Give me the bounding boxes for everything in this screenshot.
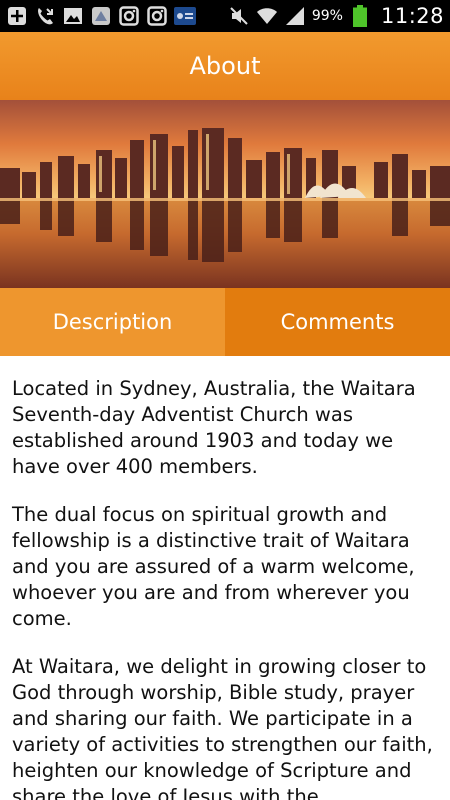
wifi-icon [256, 5, 278, 27]
tab-comments[interactable]: Comments [225, 288, 450, 356]
hero-image [0, 100, 450, 288]
description-content: Located in Sydney, Australia, the Waitar… [0, 356, 450, 800]
notification-icons [6, 5, 196, 27]
news-app-icon [174, 5, 196, 27]
clock: 11:28 [380, 4, 444, 28]
instagram-icon [118, 5, 140, 27]
paragraph: At Waitara, we delight in growing closer… [12, 655, 433, 800]
paragraph: The dual focus on spiritual growth and f… [12, 503, 415, 630]
mute-icon [228, 5, 250, 27]
add-box-icon [6, 5, 28, 27]
battery-icon [349, 5, 371, 27]
action-bar: About [0, 32, 450, 100]
sydney-skyline-image [0, 100, 450, 288]
instagram-icon [146, 5, 168, 27]
tab-bar: Description Comments [0, 288, 450, 356]
image-icon [62, 5, 84, 27]
paragraph: Located in Sydney, Australia, the Waitar… [12, 377, 416, 478]
tab-description[interactable]: Description [0, 288, 225, 356]
battery-percent: 99% [311, 8, 343, 24]
missed-call-icon [34, 5, 56, 27]
system-icons: 99% 11:28 [228, 4, 444, 28]
status-bar: 99% 11:28 [0, 0, 450, 32]
signal-icon [284, 5, 306, 27]
app-icon [90, 5, 112, 27]
page-title: About [189, 52, 261, 80]
